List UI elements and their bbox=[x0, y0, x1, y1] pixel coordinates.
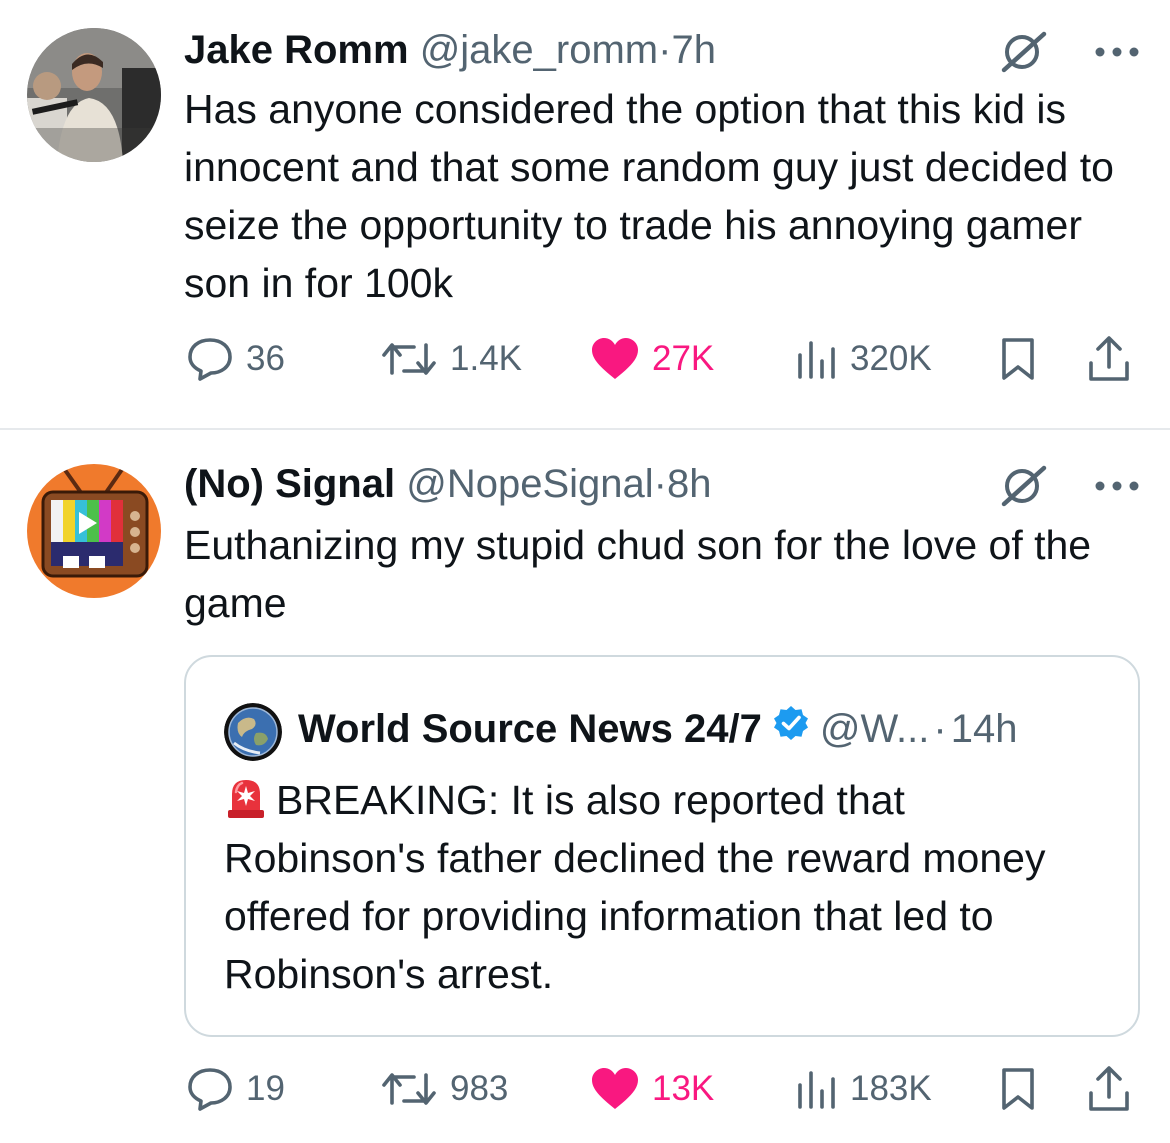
bookmark-button[interactable] bbox=[998, 334, 1038, 384]
share-button[interactable] bbox=[1086, 334, 1132, 384]
tweet-text: Has anyone considered the option that th… bbox=[184, 86, 1114, 306]
separator: · bbox=[933, 707, 947, 751]
views-icon bbox=[796, 1069, 838, 1109]
quote-text-body: BREAKING: It is also reported that Robin… bbox=[224, 777, 1046, 997]
bookmark-button[interactable] bbox=[998, 1064, 1038, 1114]
views-icon bbox=[796, 339, 838, 379]
tweet[interactable]: (No) Signal @NopeSignal·8h Euthanizing m… bbox=[0, 430, 1170, 1143]
like-button[interactable]: 13K bbox=[590, 1064, 714, 1114]
reply-count: 19 bbox=[246, 1069, 285, 1108]
tweet[interactable]: Jake Romm @jake_romm·7h Has anyone consi… bbox=[0, 0, 1170, 428]
tweet-text: Euthanizing my stupid chud son for the l… bbox=[184, 522, 1092, 626]
action-bar: 36 1.4K 27K 320K bbox=[186, 334, 1140, 384]
grok-icon[interactable] bbox=[998, 30, 1050, 74]
more-icon[interactable] bbox=[1094, 46, 1140, 58]
separator: · bbox=[658, 28, 672, 72]
separator: · bbox=[653, 462, 667, 506]
reply-button[interactable]: 36 bbox=[186, 334, 285, 384]
action-bar: 19 983 13K 183K bbox=[186, 1064, 1140, 1114]
tweet-header: Jake Romm @jake_romm·7h bbox=[184, 26, 716, 74]
avatar[interactable] bbox=[27, 28, 161, 162]
like-count: 13K bbox=[652, 1069, 715, 1108]
repost-button[interactable]: 1.4K bbox=[380, 334, 522, 384]
share-icon bbox=[1086, 335, 1132, 383]
quote-author-name[interactable]: World Source News 24/7 bbox=[298, 701, 762, 757]
views-count: 183K bbox=[850, 1069, 932, 1108]
tweet-header: (No) Signal @NopeSignal·8h bbox=[184, 460, 711, 508]
share-button[interactable] bbox=[1086, 1064, 1132, 1114]
bookmark-icon bbox=[998, 1066, 1038, 1112]
verified-badge-icon bbox=[772, 701, 810, 757]
grok-icon[interactable] bbox=[998, 464, 1050, 508]
quote-timestamp[interactable]: 14h bbox=[951, 701, 1018, 757]
author-name[interactable]: (No) Signal bbox=[184, 462, 395, 506]
tweet-top-icons bbox=[998, 464, 1140, 508]
repost-icon bbox=[380, 339, 438, 379]
heart-icon bbox=[590, 337, 640, 381]
views-count: 320K bbox=[850, 339, 932, 378]
repost-count: 983 bbox=[450, 1069, 509, 1108]
reply-button[interactable]: 19 bbox=[186, 1064, 285, 1114]
siren-emoji-icon bbox=[224, 776, 268, 820]
quote-text: BREAKING: It is also reported that Robin… bbox=[224, 771, 1104, 1003]
reply-count: 36 bbox=[246, 339, 285, 378]
quote-header: World Source News 24/7 @W... · 14h bbox=[298, 701, 1017, 757]
views-button[interactable]: 320K bbox=[796, 334, 932, 384]
quote-author-handle[interactable]: @W... bbox=[820, 701, 930, 757]
heart-icon bbox=[590, 1067, 640, 1111]
timestamp[interactable]: 8h bbox=[667, 462, 712, 506]
quote-avatar[interactable] bbox=[224, 703, 282, 761]
avatar[interactable] bbox=[27, 464, 161, 598]
tweet-top-icons bbox=[998, 30, 1140, 74]
quoted-tweet[interactable]: World Source News 24/7 @W... · 14h BREAKIN… bbox=[184, 655, 1140, 1037]
views-button[interactable]: 183K bbox=[796, 1064, 932, 1114]
author-handle[interactable]: @NopeSignal bbox=[406, 462, 653, 506]
more-icon[interactable] bbox=[1094, 480, 1140, 492]
repost-button[interactable]: 983 bbox=[380, 1064, 508, 1114]
author-handle[interactable]: @jake_romm bbox=[420, 28, 658, 72]
reply-icon bbox=[186, 336, 234, 382]
timestamp[interactable]: 7h bbox=[671, 28, 716, 72]
bookmark-icon bbox=[998, 336, 1038, 382]
like-count: 27K bbox=[652, 339, 715, 378]
repost-count: 1.4K bbox=[450, 339, 522, 378]
like-button[interactable]: 27K bbox=[590, 334, 714, 384]
reply-icon bbox=[186, 1066, 234, 1112]
repost-icon bbox=[380, 1069, 438, 1109]
author-name[interactable]: Jake Romm bbox=[184, 28, 409, 72]
share-icon bbox=[1086, 1065, 1132, 1113]
